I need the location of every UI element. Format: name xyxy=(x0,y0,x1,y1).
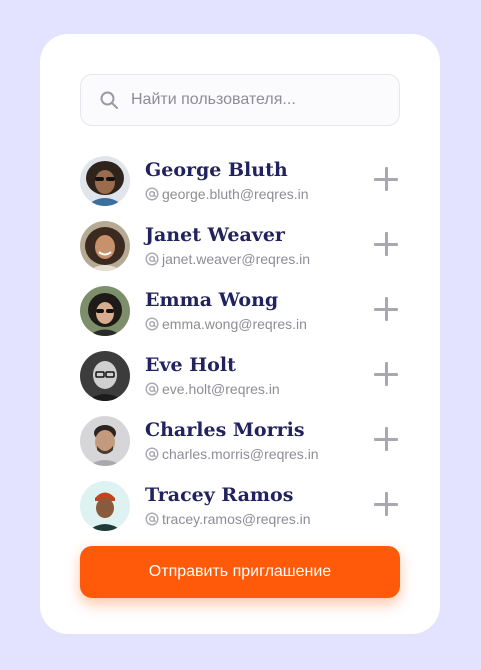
user-email: tracey.ramos@reqres.in xyxy=(145,511,311,527)
avatar xyxy=(80,156,130,206)
search-box[interactable] xyxy=(80,74,400,126)
send-invite-button[interactable]: Отправить приглашение xyxy=(80,546,400,598)
user-email: emma.wong@reqres.in xyxy=(145,316,307,332)
user-name: Emma Wong xyxy=(145,289,279,311)
user-item: Eve Holt eve.holt@reqres.in xyxy=(80,351,400,416)
avatar xyxy=(80,286,130,336)
user-list: George Bluth george.bluth@reqres.in Jane… xyxy=(80,156,400,546)
user-email-text: eve.holt@reqres.in xyxy=(162,381,280,397)
user-email-text: george.bluth@reqres.in xyxy=(162,186,309,202)
user-name: Charles Morris xyxy=(145,419,305,441)
user-email: charles.morris@reqres.in xyxy=(145,446,319,462)
at-icon xyxy=(145,447,159,461)
avatar xyxy=(80,481,130,531)
add-user-button[interactable] xyxy=(374,362,398,386)
add-user-button[interactable] xyxy=(374,492,398,516)
add-user-button[interactable] xyxy=(374,232,398,256)
user-email-text: tracey.ramos@reqres.in xyxy=(162,511,311,527)
add-user-button[interactable] xyxy=(374,167,398,191)
user-email: eve.holt@reqres.in xyxy=(145,381,280,397)
user-item: Janet Weaver janet.weaver@reqres.in xyxy=(80,221,400,286)
at-icon xyxy=(145,252,159,266)
at-icon xyxy=(145,187,159,201)
user-name: Tracey Ramos xyxy=(145,484,294,506)
at-icon xyxy=(145,512,159,526)
user-item: Emma Wong emma.wong@reqres.in xyxy=(80,286,400,351)
invite-card: George Bluth george.bluth@reqres.in Ja xyxy=(40,34,440,634)
at-icon xyxy=(145,382,159,396)
at-icon xyxy=(145,317,159,331)
avatar xyxy=(80,351,130,401)
user-name: Janet Weaver xyxy=(145,224,285,246)
user-item: George Bluth george.bluth@reqres.in xyxy=(80,156,400,221)
user-email-text: janet.weaver@reqres.in xyxy=(162,251,311,267)
user-email: janet.weaver@reqres.in xyxy=(145,251,310,267)
user-email: george.bluth@reqres.in xyxy=(145,186,309,202)
add-user-button[interactable] xyxy=(374,427,398,451)
user-email-text: charles.morris@reqres.in xyxy=(162,446,319,462)
search-input[interactable] xyxy=(131,91,381,109)
avatar xyxy=(80,221,130,271)
user-name: George Bluth xyxy=(145,159,288,181)
user-item: Charles Morris charles.morris@reqres.in xyxy=(80,416,400,481)
avatar xyxy=(80,416,130,466)
user-name: Eve Holt xyxy=(145,354,236,376)
add-user-button[interactable] xyxy=(374,297,398,321)
user-email-text: emma.wong@reqres.in xyxy=(162,316,307,332)
user-item: Tracey Ramos tracey.ramos@reqres.in xyxy=(80,481,400,546)
search-icon xyxy=(100,91,118,109)
